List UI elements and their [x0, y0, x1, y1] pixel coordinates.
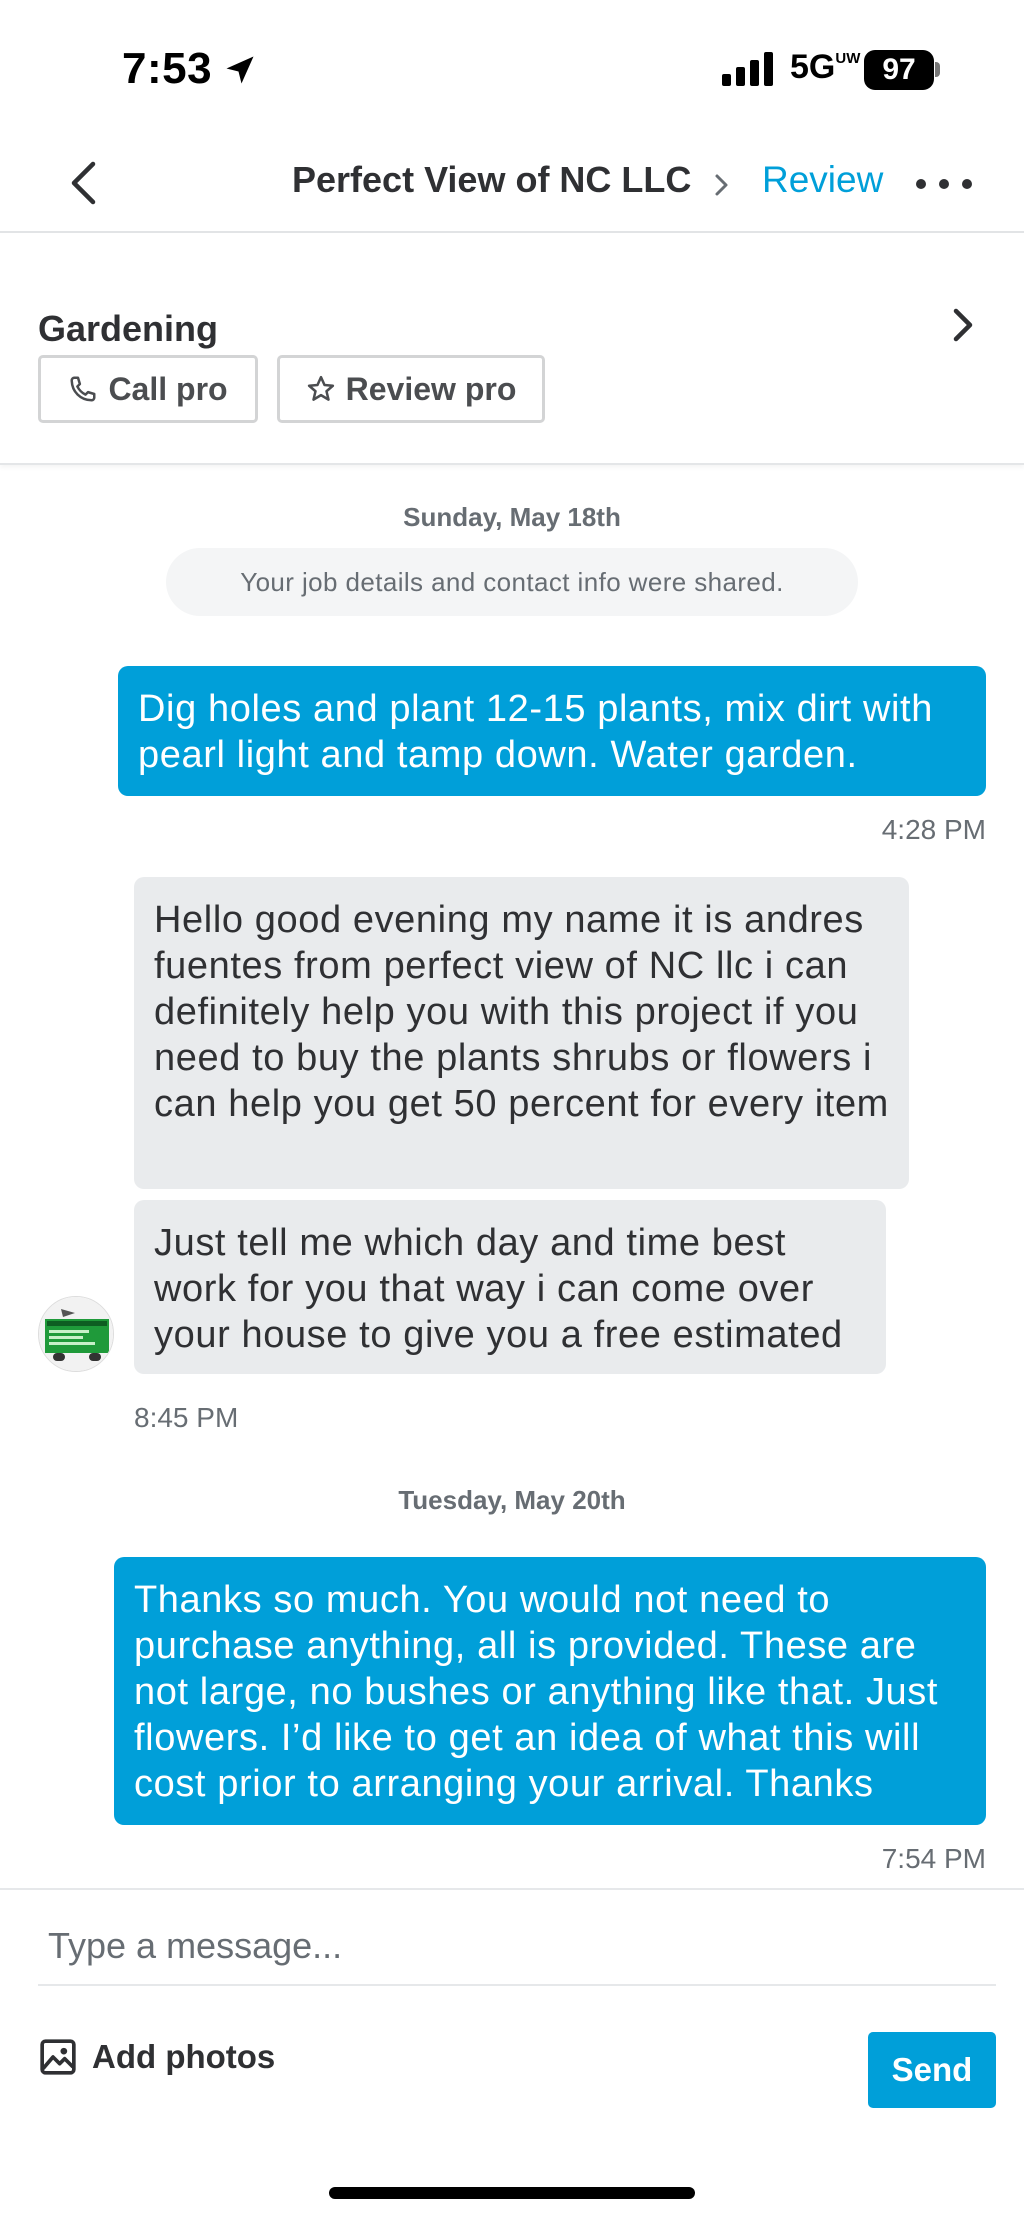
more-icon-dot — [962, 179, 972, 189]
chevron-right-icon — [715, 174, 728, 196]
pro-name-link[interactable]: Perfect View of NC LLC — [292, 159, 691, 201]
review-pro-button[interactable]: Review pro — [277, 355, 545, 423]
status-time: 7:53 — [122, 44, 213, 93]
system-message: Your job details and contact info were s… — [166, 548, 858, 616]
send-button[interactable]: Send — [868, 2032, 996, 2108]
signal-icon — [722, 52, 773, 86]
home-indicator[interactable] — [329, 2187, 695, 2199]
message-input[interactable] — [38, 1908, 996, 1986]
pro-logo-image — [39, 1297, 113, 1371]
image-icon — [40, 2039, 76, 2075]
phone-icon — [70, 376, 96, 402]
status-bar: 7:53 5GUW 97 — [0, 0, 1024, 130]
date-separator: Sunday, May 18th — [403, 502, 621, 532]
conversation-header: Perfect View of NC LLC Review — [0, 135, 1024, 233]
job-summary: Gardening Call pro Review pro — [0, 235, 1024, 465]
message-timestamp: 8:45 PM — [134, 1402, 239, 1433]
more-options-button[interactable] — [916, 169, 972, 199]
message-composer: Add photos Send — [0, 1888, 1024, 2219]
incoming-message: Just tell me which day and time best wor… — [134, 1200, 886, 1374]
add-photos-button[interactable]: Add photos — [38, 2030, 275, 2084]
back-chevron-icon — [71, 161, 96, 205]
job-title: Gardening — [38, 308, 219, 349]
more-icon-dot — [939, 179, 949, 189]
call-pro-label: Call pro — [108, 370, 228, 407]
review-link[interactable]: Review — [762, 159, 883, 201]
message-timestamp: 7:54 PM — [881, 1843, 986, 1874]
add-photos-label: Add photos — [92, 2038, 276, 2075]
more-icon-dot — [916, 179, 926, 189]
call-pro-button[interactable]: Call pro — [38, 355, 258, 423]
incoming-message: Hello good evening my name it is andres … — [134, 877, 909, 1189]
network-indicator: 5GUW — [790, 48, 861, 86]
battery-indicator: 97 — [864, 50, 934, 90]
message-timestamp: 4:28 PM — [881, 814, 986, 845]
job-details-row[interactable]: Gardening — [38, 275, 978, 347]
review-pro-label: Review pro — [345, 370, 517, 407]
date-separator: Tuesday, May 20th — [398, 1485, 626, 1515]
outgoing-message: Thanks so much. You would not need to pu… — [114, 1557, 986, 1825]
battery-nub — [935, 62, 940, 77]
pro-avatar[interactable] — [38, 1296, 114, 1372]
back-button[interactable] — [58, 155, 108, 211]
star-icon — [307, 375, 334, 401]
outgoing-message: Dig holes and plant 12-15 plants, mix di… — [118, 666, 986, 796]
location-arrow-icon — [226, 56, 254, 84]
chevron-right-icon — [953, 308, 973, 342]
